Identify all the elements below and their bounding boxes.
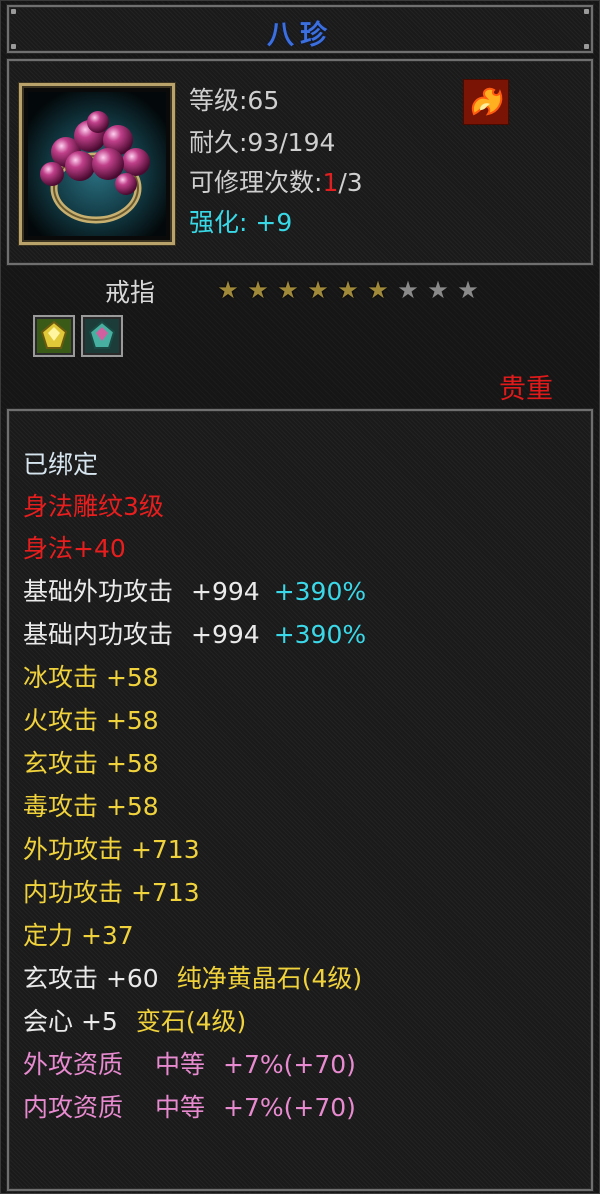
gem-stat-2: 会心 +5 变石(4级) [23,1002,246,1038]
repair-line: 可修理次数:1/3 [189,163,363,199]
item-type: 戒指 [105,278,156,307]
aptitude-value: +7%(+70) [223,1050,356,1079]
durability-line: 耐久:93/194 [189,128,336,157]
base-inner-attack: 基础内功攻击 +994 +390% [23,615,366,651]
enhance-line: 强化: +9 [189,208,293,237]
xuan-attack: 玄攻击 +58 [23,749,159,778]
aptitude-inner: 内攻资质 中等 +7%(+70) [23,1088,356,1124]
star-filled-icon: ★ [217,276,239,304]
item-icon-frame [19,83,175,245]
aptitude-label: 外攻资质 [23,1050,124,1079]
stat-percent: +390% [273,577,367,606]
bound-status: 已绑定 [23,450,99,479]
agility-line: 身法+40 [23,534,126,563]
info-panel: 等级:65 耐久:93/194 可修理次数:1/3 强化: +9 [7,59,593,265]
title-bar: 八珍 [7,5,593,53]
base-outer-attack: 基础外功攻击 +994 +390% [23,572,366,608]
stat-value: +994 [191,620,260,649]
aptitude-value: +7%(+70) [223,1093,356,1122]
outer-attack: 外功攻击 +713 [23,835,200,864]
star-filled-icon: ★ [307,276,329,304]
stat-value: +994 [191,577,260,606]
poison-attack: 毒攻击 +58 [23,792,159,821]
aptitude-outer: 外攻资质 中等 +7%(+70) [23,1045,356,1081]
stat-percent: +390% [273,620,367,649]
star-empty-icon: ★ [397,276,419,304]
aptitude-grade: 中等 [155,1093,206,1122]
yellow-gem-icon[interactable] [33,315,75,357]
star-empty-icon: ★ [457,276,479,304]
gem-stat-1: 玄攻击 +60 纯净黄晶石(4级) [23,959,362,995]
star-filled-icon: ★ [247,276,269,304]
aptitude-label: 内攻资质 [23,1093,124,1122]
gem-bonus: 会心 +5 [23,1007,118,1036]
stat-label: 基础内功攻击 [23,620,174,649]
repair-label: 可修理次数: [189,168,323,197]
repair-total: /3 [338,168,363,197]
engrave-line: 身法雕纹3级 [23,492,164,521]
item-tooltip: 八珍 等级:65 耐久:93/194 可修理次数:1/3 强化: +9 戒指 ★… [0,0,600,1194]
stat-label: 基础外功攻击 [23,577,174,606]
repair-used: 1 [322,168,339,197]
teal-gem-icon[interactable] [81,315,123,357]
star-filled-icon: ★ [277,276,299,304]
fire-icon [463,79,509,125]
star-empty-icon: ★ [427,276,449,304]
rarity-label: 贵重 [499,374,553,405]
star-filled-icon: ★ [367,276,389,304]
star-filled-icon: ★ [337,276,359,304]
fire-attack: 火攻击 +58 [23,706,159,735]
level-line: 等级:65 [189,86,280,115]
focus-stat: 定力 +37 [23,921,134,950]
gem-name: 纯净黄晶石(4级) [176,964,363,993]
stats-panel: 已绑定 身法雕纹3级 身法+40 基础外功攻击 +994 +390% 基础内功攻击 +… [7,409,593,1191]
gem-bonus: 玄攻击 +60 [23,964,159,993]
aptitude-grade: 中等 [155,1050,206,1079]
inner-attack: 内功攻击 +713 [23,878,200,907]
ring-icon [28,92,166,236]
item-name: 八珍 [267,20,333,51]
gem-name: 变石(4级) [135,1007,247,1036]
ice-attack: 冰攻击 +58 [23,663,159,692]
star-rating: ★ ★ ★ ★ ★ ★ ★ ★ ★ [215,277,481,303]
